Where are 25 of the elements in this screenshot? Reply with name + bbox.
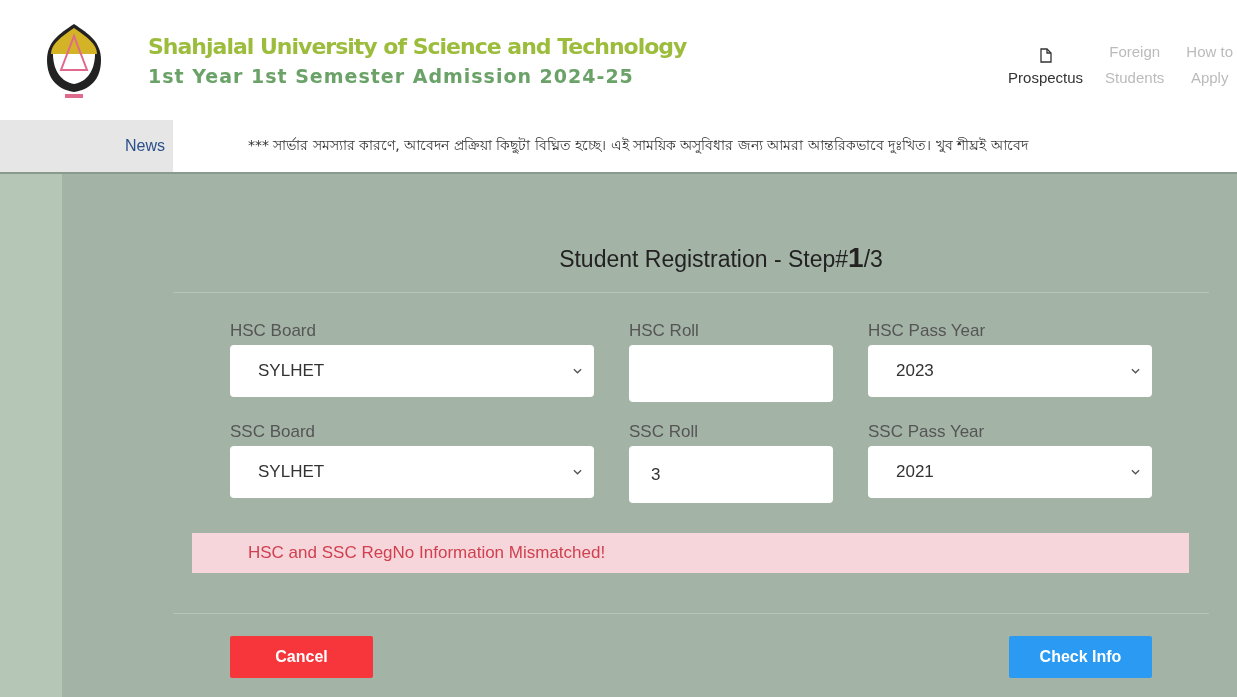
news-label: News — [0, 120, 173, 172]
admission-subtitle: 1st Year 1st Semester Admission 2024-25 — [148, 64, 635, 87]
field-label: HSC Board — [230, 321, 317, 341]
field-label: HSC Roll — [629, 321, 700, 341]
select-field[interactable]: SYLHET — [230, 446, 594, 498]
select-field[interactable]: SYLHET — [230, 345, 594, 397]
field-label: SSC Board — [230, 422, 317, 442]
caret-icon — [1131, 469, 1140, 475]
select-field[interactable]: 2023 — [868, 345, 1152, 397]
cancel-button[interactable]: Cancel — [230, 636, 373, 678]
caret-icon — [573, 469, 582, 475]
caret-icon — [573, 368, 582, 374]
form-title: Student Registration - Step#1/3 — [558, 242, 884, 274]
university-name: Shahjalal University of Science and Technology — [148, 33, 687, 59]
input-field[interactable] — [629, 345, 833, 402]
input-field[interactable]: 3 — [629, 446, 833, 503]
error-alert: HSC and SSC RegNo Information Mismatched! — [192, 533, 1189, 573]
select-field[interactable]: 2021 — [868, 446, 1152, 498]
document-icon — [1039, 48, 1052, 63]
caret-icon — [1131, 368, 1140, 374]
news-ticker: *** সার্ভার সমস্যার কারণে, আবেদন প্রক্রিয়া কিছুটা বিঘ্নিত হচ্ছে। এই সাময়িক অসুবিধার জন্য আমরা আন্তরিকভাবে দুঃখিত। খুব শীঘ্রই আবেদ — [247, 136, 1030, 156]
field-label: HSC Pass Year — [868, 321, 987, 341]
field-label: SSC Roll — [629, 422, 699, 442]
nav-link[interactable]: Prospectus — [1008, 48, 1084, 91]
field-label: SSC Pass Year — [868, 422, 986, 442]
